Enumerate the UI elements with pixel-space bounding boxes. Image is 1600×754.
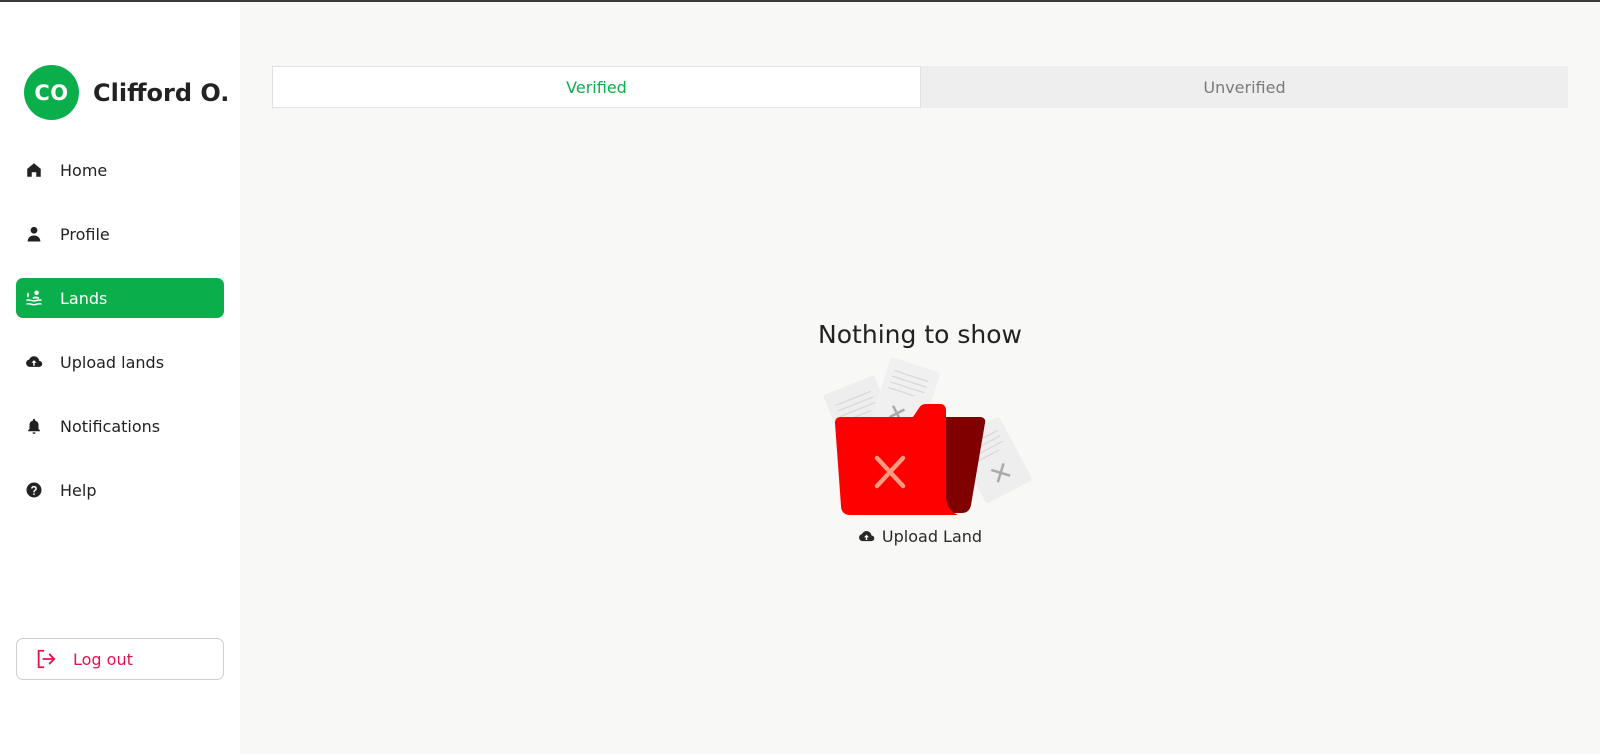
sidebar-item-label: Profile [60,224,110,244]
sidebar-item-label: Upload lands [60,352,165,372]
tab-unverified[interactable]: Unverified [921,66,1568,108]
logout-button[interactable]: Log out [16,638,224,680]
sidebar-item-home[interactable]: Home [16,150,224,190]
sidebar-item-label: Home [60,160,108,180]
sidebar: CO Clifford O. Home Profile Lands Upload… [0,2,240,754]
land-icon [25,289,43,307]
upload-land-button[interactable]: Upload Land [858,527,982,546]
logout-label: Log out [73,649,133,669]
help-icon [25,481,43,499]
sidebar-nav: Home Profile Lands Upload lands Notifica… [16,150,224,534]
person-icon [25,225,43,243]
empty-state: Nothing to show Upload Land [240,320,1600,546]
logout-icon [35,648,57,670]
sidebar-item-profile[interactable]: Profile [16,214,224,254]
empty-state-title: Nothing to show [818,320,1022,349]
sidebar-item-label: Notifications [60,416,161,436]
main-content: Verified Unverified Nothing to show Uplo… [240,2,1600,754]
user-info: CO Clifford O. [24,65,229,120]
cloud-upload-icon [25,353,43,371]
sidebar-item-label: Lands [60,288,108,308]
bell-icon [25,417,43,435]
verification-tabs: Verified Unverified [272,66,1568,108]
cloud-upload-icon [858,528,875,545]
app-root: CO Clifford O. Home Profile Lands Upload… [0,2,1600,754]
user-name: Clifford O. [93,78,230,107]
sidebar-item-label: Help [60,480,97,500]
empty-folder-illustration [823,357,1032,515]
home-icon [25,161,43,179]
sidebar-item-lands[interactable]: Lands [16,278,224,318]
sidebar-item-help[interactable]: Help [16,470,224,510]
sidebar-item-upload-lands[interactable]: Upload lands [16,342,224,382]
tab-verified[interactable]: Verified [272,66,921,108]
upload-land-label: Upload Land [881,527,983,546]
avatar[interactable]: CO [24,65,79,120]
sidebar-item-notifications[interactable]: Notifications [16,406,224,446]
